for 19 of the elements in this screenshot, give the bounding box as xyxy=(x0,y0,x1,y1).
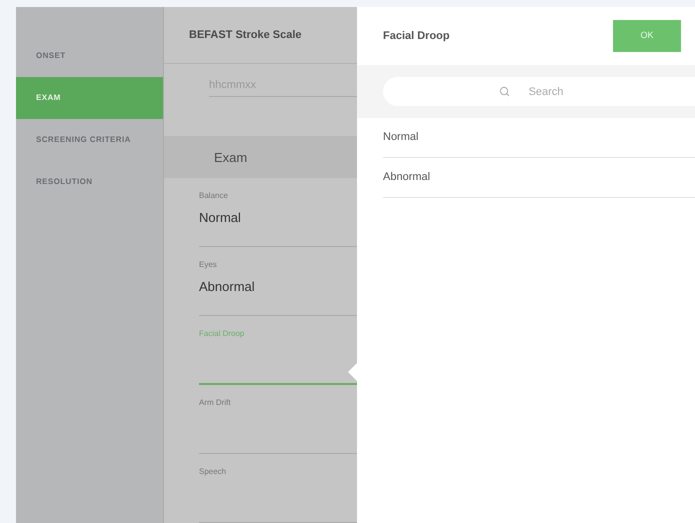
sidebar-item[interactable]: ONSET xyxy=(16,35,163,77)
search-field[interactable]: Search xyxy=(383,77,695,106)
field-label: Arm Drift xyxy=(199,397,232,410)
field-label: Speech xyxy=(199,466,228,478)
sidebar-item[interactable]: RESOLUTION xyxy=(16,161,163,203)
field-value: Abnormal xyxy=(199,278,256,296)
field-label: Eyes xyxy=(199,259,218,272)
sidebar-item[interactable]: SCREENING CRITERIA xyxy=(16,119,163,161)
field-label: Facial Droop xyxy=(199,328,246,340)
sidebar-item[interactable]: EXAM xyxy=(16,77,163,119)
search-icon xyxy=(499,86,510,97)
option-item[interactable]: Normal xyxy=(383,118,695,158)
field-value: Normal xyxy=(199,209,242,228)
section-header: Exam xyxy=(164,136,357,178)
option-item[interactable]: Abnormal xyxy=(383,158,695,198)
form-title: BEFAST Stroke Scale xyxy=(189,28,302,43)
ok-button[interactable]: OK xyxy=(613,20,681,52)
picker-title: Facial Droop xyxy=(383,28,450,44)
field-label: Balance xyxy=(199,190,229,202)
